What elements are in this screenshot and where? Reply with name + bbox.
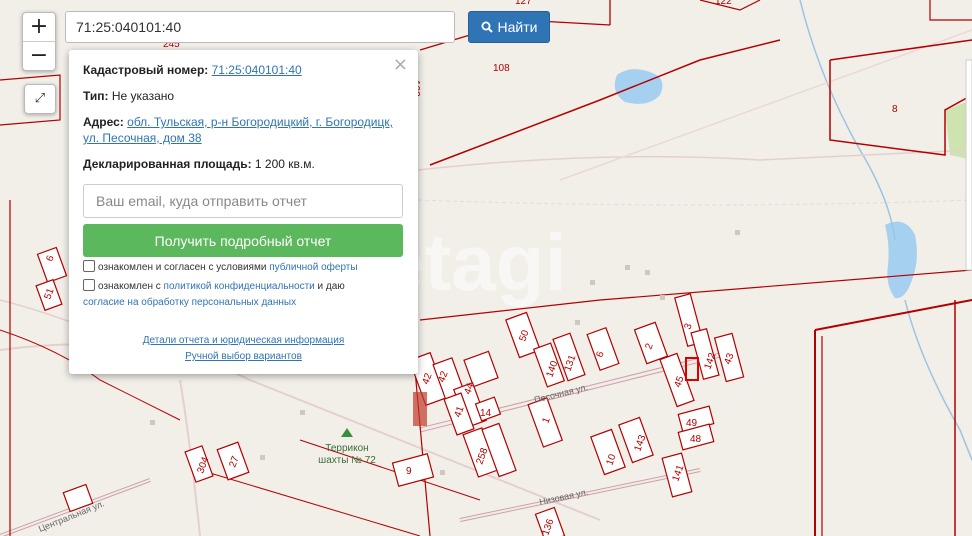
svg-text:122: 122 [715,0,732,7]
zoom-control: + − [22,12,56,71]
search-input[interactable] [65,11,455,43]
offer-checkbox[interactable] [83,260,95,272]
fullscreen-button[interactable]: ⤢ [24,84,56,114]
type-value: Не указано [111,89,175,103]
report-details-link[interactable]: Детали отчета и юридическая информация [143,335,345,346]
search-icon [481,21,493,33]
terrikon-label: Террикон [325,443,368,454]
popup-footer-links: Детали отчета и юридическая информация Р… [83,333,404,365]
area-label: Декларированная площадь: [83,157,252,171]
shaft-label: шахты № 72 [318,455,376,466]
agree-offer-text: ознакомлен и согласен с условиями [98,262,267,273]
public-offer-link[interactable]: публичной оферты [269,262,357,273]
agree-privacy-checkbox-row: ознакомлен с политикой конфиденциальност… [83,279,404,311]
svg-text:8: 8 [892,104,898,115]
svg-text:127: 127 [515,0,532,7]
type-row: Тип: Не указано [83,88,404,104]
pond [614,69,663,104]
parcel-info-popup: × Кадастровый номер: 71:25:040101:40 Тип… [69,50,418,374]
svg-text:49: 49 [686,418,698,429]
address-link-line2[interactable]: ул. Песочная, дом 38 [83,131,202,145]
svg-text:48: 48 [690,434,702,445]
manual-selection-link[interactable]: Ручной выбор вариантов [185,351,302,362]
email-input[interactable] [83,184,403,218]
zoom-in-button[interactable]: + [23,13,55,42]
address-label: Адрес: [83,115,124,129]
agree-privacy-text: ознакомлен с [98,281,161,292]
area-row: Декларированная площадь: 1 200 кв.м. [83,156,404,172]
svg-text:9: 9 [406,466,412,477]
cadastral-number-link[interactable]: 71:25:040101:40 [212,63,302,77]
cadastral-number-label: Кадастровый номер: [83,63,209,77]
search-button-label: Найти [497,19,538,35]
agree-offer-checkbox-row: ознакомлен и согласен с условиями публич… [83,260,404,276]
cadastral-number-row: Кадастровый номер: 71:25:040101:40 [83,62,404,78]
close-icon[interactable]: × [393,54,408,75]
type-label: Тип: [83,89,109,103]
area-value: 1 200 кв.м. [254,157,315,171]
search-button[interactable]: Найти [468,11,550,43]
privacy-checkbox[interactable] [83,279,95,291]
personal-data-consent-link[interactable]: согласие на обработку персональных данны… [83,297,296,308]
svg-text:108: 108 [493,63,510,74]
privacy-policy-link[interactable]: политикой конфиденциальности [164,281,315,292]
address-row: Адрес: обл. Тульская, р-н Богородицкий, … [83,114,404,146]
address-link[interactable]: обл. Тульская, р-н Богородицкий, г. Бого… [127,115,393,129]
zoom-out-button[interactable]: − [23,42,55,70]
svg-text:14: 14 [480,408,492,419]
agree-privacy-text2: и даю [317,281,345,292]
get-report-button[interactable]: Получить подробный отчет [83,224,403,257]
